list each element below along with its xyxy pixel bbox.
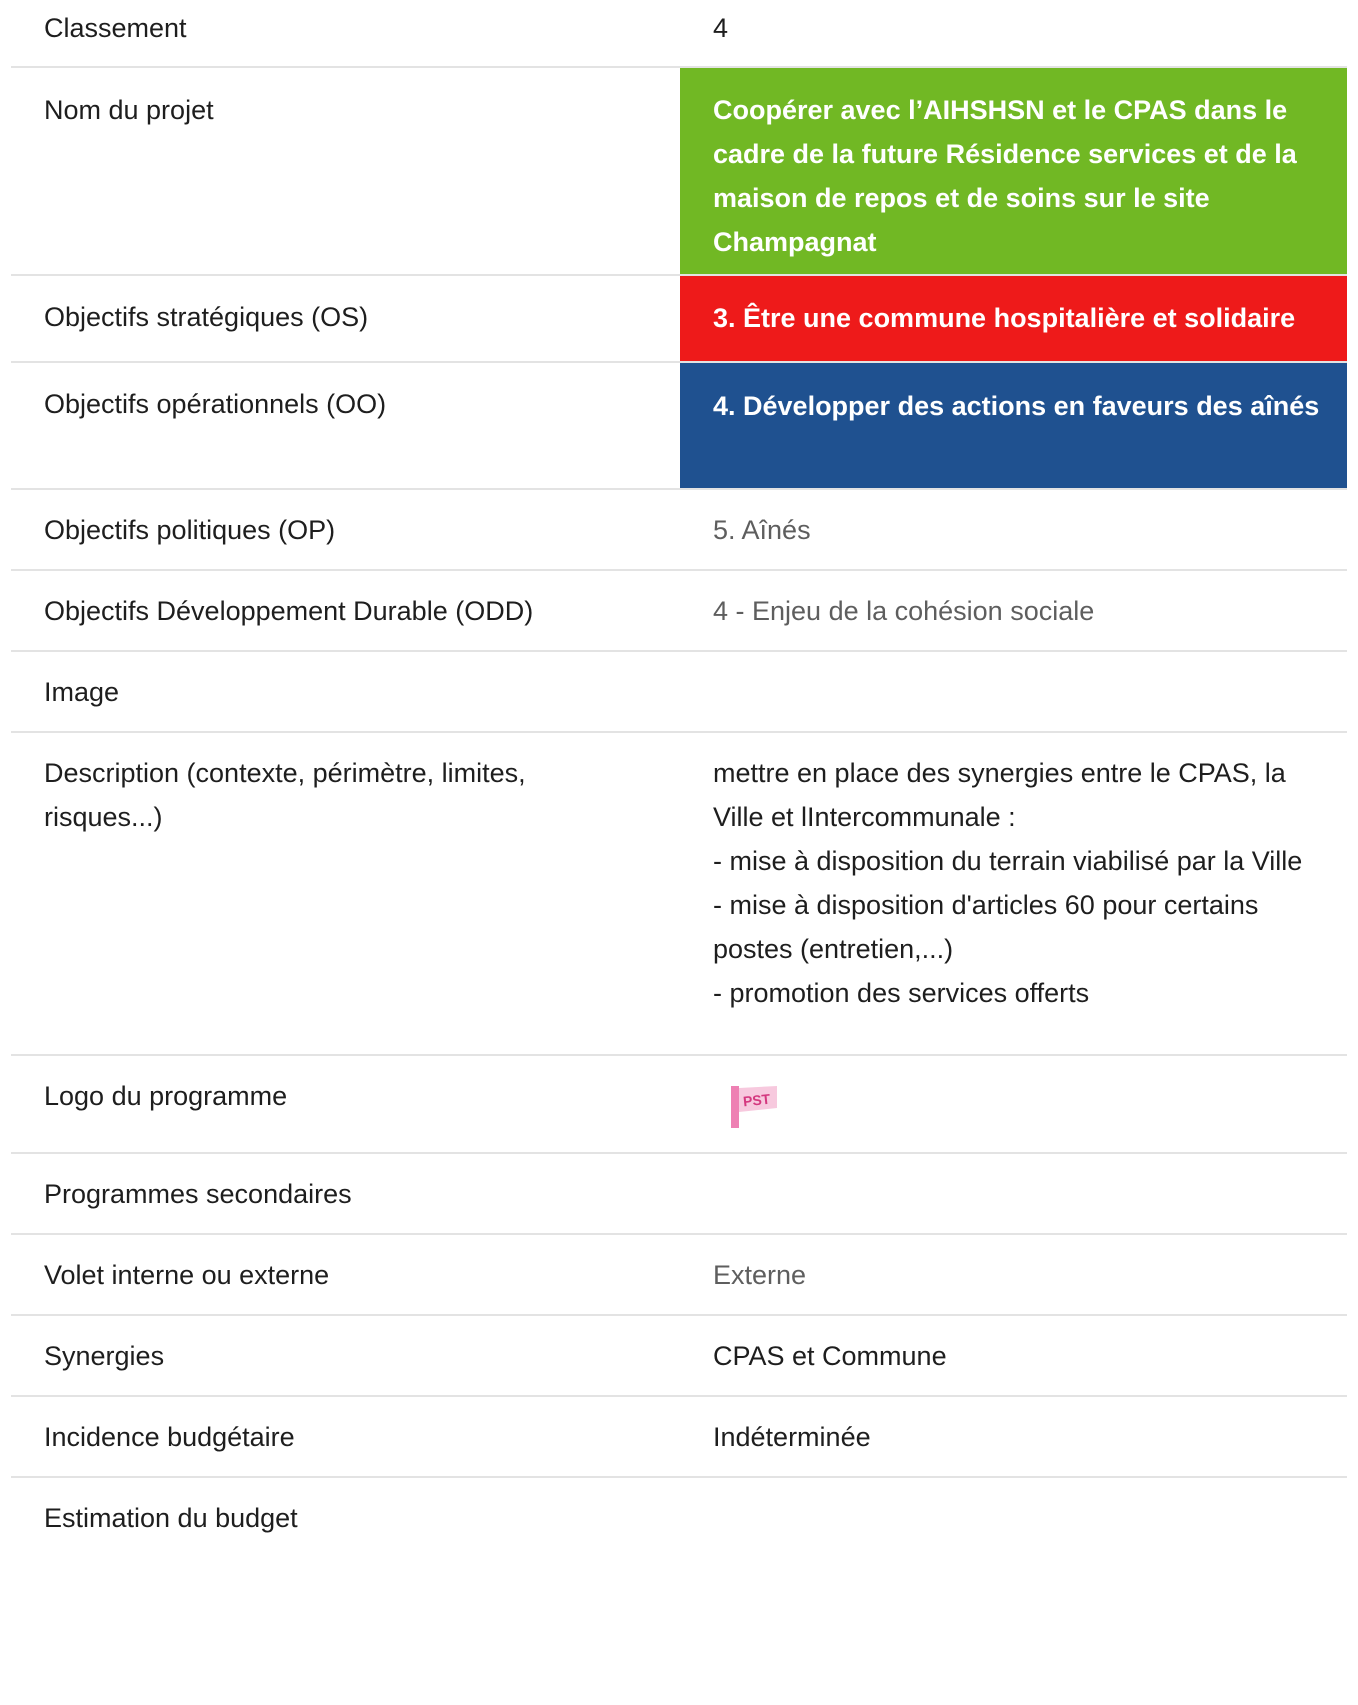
logo-value: PST	[680, 1056, 1347, 1152]
row-image: Image	[11, 652, 1347, 733]
row-label: Logo du programme	[44, 1081, 288, 1111]
synergies-value: CPAS et Commune	[713, 1341, 947, 1371]
odd-value: 4 - Enjeu de la cohésion sociale	[713, 596, 1095, 626]
row-label: Objectifs Développement Durable (ODD)	[44, 596, 534, 626]
pst-flag-icon: PST	[731, 1086, 777, 1128]
row-logo-du-programme: Logo du programme PST	[11, 1056, 1347, 1154]
row-label: Objectifs politiques (OP)	[44, 515, 336, 545]
description-line: mettre en place des synergies entre le C…	[713, 758, 1286, 832]
row-label: Objectifs stratégiques (OS)	[44, 302, 369, 332]
row-label: Objectifs opérationnels (OO)	[44, 389, 387, 419]
estimation-budget-value	[680, 1478, 1347, 1559]
volet-value: Externe	[713, 1260, 807, 1290]
row-label: Image	[44, 677, 120, 707]
description-line: - mise à disposition d'articles 60 pour …	[713, 890, 1259, 964]
description-line: - promotion des services offerts	[713, 978, 1090, 1008]
row-estimation-budget: Estimation du budget	[11, 1478, 1347, 1559]
row-programmes-secondaires: Programmes secondaires	[11, 1154, 1347, 1235]
row-label: Classement	[44, 13, 187, 43]
row-synergies: Synergies CPAS et Commune	[11, 1316, 1347, 1397]
row-objectifs-operationnels: Objectifs opérationnels (OO) 4. Développ…	[11, 363, 1347, 490]
logo-text: PST	[742, 1091, 771, 1110]
row-objectifs-politiques: Objectifs politiques (OP) 5. Aînés	[11, 490, 1347, 571]
row-description: Description (contexte, périmètre, limite…	[11, 733, 1347, 1056]
row-classement: Classement 4	[11, 0, 1347, 68]
project-detail-table: Classement 4 Nom du projet Coopérer avec…	[11, 0, 1347, 1559]
row-label: Volet interne ou externe	[44, 1260, 330, 1290]
row-odd: Objectifs Développement Durable (ODD) 4 …	[11, 571, 1347, 652]
row-objectifs-strategiques: Objectifs stratégiques (OS) 3. Être une …	[11, 276, 1347, 363]
row-label: Nom du projet	[44, 95, 214, 125]
row-label: Programmes secondaires	[44, 1179, 352, 1209]
row-volet: Volet interne ou externe Externe	[11, 1235, 1347, 1316]
oo-value: 4. Développer des actions en faveurs des…	[680, 363, 1347, 488]
row-label: Description (contexte, périmètre, limite…	[44, 758, 526, 832]
description-line: - mise à disposition du terrain viabilis…	[713, 846, 1303, 876]
row-label: Synergies	[44, 1341, 165, 1371]
classement-value: 4	[713, 13, 729, 43]
description-value: mettre en place des synergies entre le C…	[680, 733, 1347, 1054]
row-nom-du-projet: Nom du projet Coopérer avec l’AIHSHSN et…	[11, 68, 1347, 276]
os-value: 3. Être une commune hospitalière et soli…	[680, 276, 1347, 361]
row-incidence-budgetaire: Incidence budgétaire Indéterminée	[11, 1397, 1347, 1478]
programmes-secondaires-value	[680, 1154, 1347, 1233]
image-value	[680, 652, 1347, 731]
incidence-budgetaire-value: Indéterminée	[713, 1422, 871, 1452]
project-name-value: Coopérer avec l’AIHSHSN et le CPAS dans …	[680, 68, 1347, 274]
pst-logo: PST	[731, 1078, 791, 1128]
row-label: Estimation du budget	[44, 1503, 298, 1533]
row-label: Incidence budgétaire	[44, 1422, 295, 1452]
op-value: 5. Aînés	[713, 515, 811, 545]
